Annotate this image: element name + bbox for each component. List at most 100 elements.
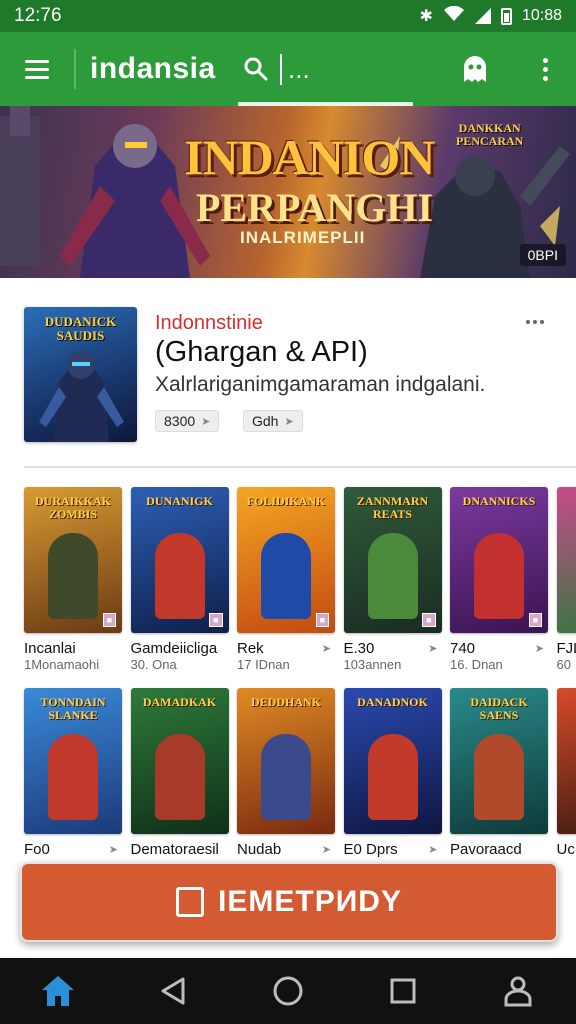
pin-icon: ➤ (534, 642, 544, 655)
app-card[interactable]: DAMADKAK Dematoraesil (130, 688, 229, 878)
nav-back-button[interactable] (143, 961, 203, 1021)
pin-icon: ➤ (428, 843, 438, 856)
back-icon (161, 977, 185, 1005)
featured-app[interactable]: DUDANICK SAUDIS Indonnstinie (Ghargan & A… (0, 290, 576, 466)
app-card-cover-title: DN (559, 495, 576, 508)
status-clock: 10:88 (521, 7, 562, 24)
app-card-name: Gamdeiicliga (130, 639, 218, 657)
app-card-cover-title: FOLIDIKANK (246, 494, 326, 508)
pin-icon: ➤ (321, 843, 331, 856)
app-card[interactable]: DEDDHANK Nudab ➤ (237, 688, 335, 878)
search-icon[interactable] (238, 51, 274, 87)
app-card-name-row: 740 ➤ (450, 639, 548, 657)
app-card-meta: 16. Dnan (450, 657, 503, 672)
featured-developer[interactable]: Indonnstinie (155, 312, 263, 335)
app-card-cover-title: DEDDHANK (250, 695, 321, 709)
app-card[interactable]: D Uc (556, 688, 576, 878)
app-card[interactable]: DUNANIGK ■ Gamdeiicliga 30. Ona (130, 487, 229, 677)
app-card-name: Fo0 (24, 840, 50, 858)
promo-banner[interactable]: DANKKAN PENCARAN INDANION PERPANGHI INALR… (0, 106, 576, 278)
more-vert-icon (542, 57, 548, 63)
wifi-icon (443, 5, 465, 27)
app-bar-divider (74, 49, 76, 89)
app-card-cover[interactable]: TONNDAIN SLANKE (24, 688, 122, 834)
app-card-cover[interactable]: DN■ (556, 487, 576, 633)
app-card-hero-art (48, 734, 98, 820)
app-grid-row-1: DURAIKKAK ZOMBIS ■ Incanlai 1Monamaohi DUNAN… (0, 487, 576, 677)
app-title: indansia (90, 52, 216, 85)
app-card-cover[interactable]: DUNANIGK ■ (130, 487, 229, 633)
app-card-name-row: E.30 ➤ (344, 639, 442, 657)
app-card-cover-title: ZANNMARN REATS (356, 494, 429, 522)
app-card-cover-title: DANADNOK (357, 695, 428, 709)
rating-badge-icon: ■ (102, 613, 116, 627)
app-card-name: Dematoraesil (130, 840, 219, 858)
app-card-hero-art (474, 533, 524, 619)
app-card-cover-title: TONNDAIN SLANKE (40, 695, 106, 723)
app-card-hero-art (154, 533, 205, 619)
app-card-cover[interactable]: DEDDHANK (237, 688, 335, 834)
app-card-name: 740 (450, 639, 476, 657)
app-card-cover-title: DAMADKAK (142, 695, 217, 709)
app-card-name-row: E0 Dprs ➤ (344, 840, 442, 858)
app-card[interactable]: DNANNICKS ■ 740 ➤ 16. Dnan (450, 487, 548, 677)
app-card[interactable]: DN■ FJL60 (556, 487, 576, 677)
pin-icon: ➤ (284, 415, 294, 428)
app-card[interactable]: DAIDACK SAENS Pavoraacd (450, 688, 548, 878)
nav-recents-button[interactable] (373, 961, 433, 1021)
install-button[interactable]: IEMETPИDY (20, 862, 558, 942)
app-card-cover[interactable]: DANADNOK (343, 688, 442, 834)
featured-more-icon[interactable] (526, 320, 544, 324)
app-card-name-row: Uc (557, 840, 576, 858)
pin-icon: ➤ (201, 415, 211, 428)
menu-button[interactable] (0, 32, 74, 106)
app-card-cover[interactable]: DNANNICKS ■ (450, 487, 548, 633)
app-card-hero-art (367, 533, 418, 619)
app-card-cover[interactable]: D (556, 688, 576, 834)
app-card-hero-art (154, 734, 205, 820)
banner-subtitle: PERPANGHI (196, 185, 434, 230)
search-input[interactable] (280, 53, 400, 85)
app-card[interactable]: DANADNOK E0 Dprs ➤ (343, 688, 442, 878)
featured-chip-size[interactable]: Gdh ➤ (243, 410, 303, 432)
app-card[interactable]: ZANNMARN REATS ■ E.30 ➤ 103annen (343, 487, 442, 677)
status-icons: ✱ 10:88 (420, 5, 562, 27)
pin-icon: ➤ (428, 642, 438, 655)
app-card-name-row: Gamdeiicliga (131, 639, 229, 657)
banner-logo: DANKKAN PENCARAN (456, 121, 524, 149)
profile-icon (504, 976, 532, 1007)
app-card-cover-title: DURAIKKAK ZOMBIS (34, 494, 111, 522)
app-card-name: Pavoraacd (450, 840, 522, 858)
app-card-meta: 103annen (343, 657, 402, 672)
app-card[interactable]: TONNDAIN SLANKE Fo0 ➤ (24, 688, 122, 878)
ghost-button[interactable] (455, 32, 495, 106)
featured-cover[interactable]: DUDANICK SAUDIS (24, 307, 137, 442)
nav-home-button[interactable] (28, 961, 88, 1021)
app-grid-row-2: TONNDAIN SLANKE Fo0 ➤ DAMADKAK Dematoraesil D… (0, 688, 576, 878)
app-card-hero-art (261, 734, 311, 820)
app-card-name-row: Rek ➤ (237, 639, 335, 657)
app-card-cover[interactable]: FOLIDIKANK ■ (237, 487, 335, 633)
search-bar[interactable] (238, 32, 413, 106)
menu-icon (25, 59, 49, 63)
app-card-name-row: FJL (557, 639, 576, 657)
nav-profile-button[interactable] (488, 961, 548, 1021)
app-card-cover[interactable]: DAIDACK SAENS (450, 688, 548, 834)
app-card-cover[interactable]: ZANNMARN REATS ■ (343, 487, 442, 633)
rating-badge-icon: ■ (209, 613, 223, 627)
install-button-label: IEMETPИDY (218, 885, 402, 918)
app-card[interactable]: DURAIKKAK ZOMBIS ■ Incanlai 1Monamaohi (24, 487, 122, 677)
app-card-meta: 30. Ona (130, 657, 177, 672)
nav-overview-button[interactable] (258, 961, 318, 1021)
app-card-hero-art (261, 533, 311, 619)
banner-count-badge: 0BPI (519, 244, 566, 266)
pin-icon: ➤ (321, 642, 331, 655)
app-card-cover[interactable]: DAMADKAK (130, 688, 229, 834)
app-card[interactable]: FOLIDIKANK ■ Rek ➤ 17 IDnan (237, 487, 335, 677)
more-vert-button[interactable] (530, 32, 560, 106)
app-card-cover-title: DAIDACK SAENS (470, 695, 528, 723)
featured-chip-downloads[interactable]: 8300 ➤ (155, 410, 220, 432)
banner-title: INDANION (184, 129, 435, 185)
app-card-cover[interactable]: DURAIKKAK ZOMBIS ■ (24, 487, 122, 633)
app-card-name-row: Incanlai (24, 639, 122, 657)
